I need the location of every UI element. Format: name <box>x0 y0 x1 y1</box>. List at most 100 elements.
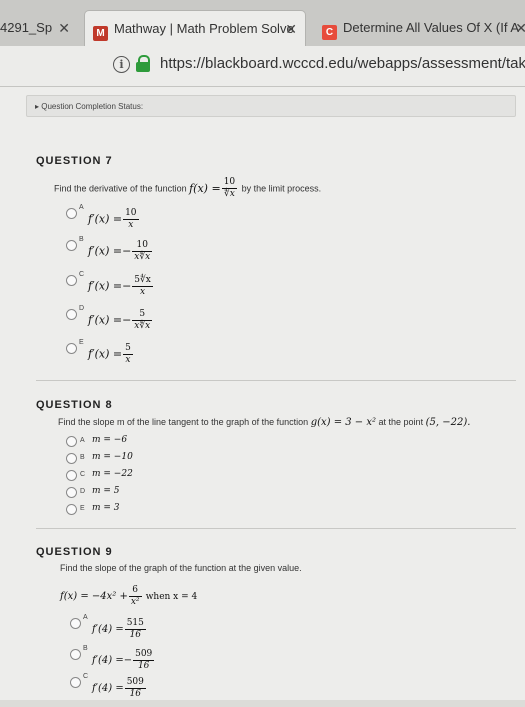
option-den: x∜x <box>134 321 151 331</box>
lock-icon[interactable] <box>136 55 150 73</box>
option-expression: m = −10 <box>92 452 133 462</box>
close-icon[interactable]: ✕ <box>58 10 70 46</box>
option-letter: D <box>80 488 86 495</box>
radio-button[interactable] <box>66 309 77 320</box>
question-9-function: f(x) = −4x² +6 x² when x = 4 <box>60 585 197 608</box>
radio-button[interactable] <box>66 436 77 447</box>
question-heading: QUESTION 9 <box>36 546 113 558</box>
option-letter: C <box>79 271 85 278</box>
question-completion-status[interactable]: ▸ Question Completion Status: <box>26 95 516 117</box>
option-num: 10 <box>123 208 139 220</box>
option-num: 5∜x <box>132 275 153 287</box>
info-icon[interactable]: i <box>113 56 130 73</box>
option-letter: E <box>80 505 85 512</box>
question-9-heading: QUESTION 9 <box>36 542 113 560</box>
option-lhs: f′(x) = <box>88 347 123 361</box>
chegg-favicon-icon: C <box>322 25 337 40</box>
radio-button[interactable] <box>66 453 77 464</box>
question-heading: QUESTION 8 <box>36 399 113 411</box>
option-den: x <box>128 220 134 230</box>
option-num: 5 <box>132 309 153 321</box>
mathway-favicon-icon: M <box>93 26 108 41</box>
radio-button[interactable] <box>66 240 77 251</box>
option-den: x∜x <box>134 252 151 262</box>
func-den: x² <box>130 597 140 607</box>
browser-tab-bar: 4291_Sp ✕ M Mathway | Math Problem Solve … <box>0 0 525 47</box>
option-lhs: f′(x) = <box>88 244 123 258</box>
option-sign: − <box>122 279 132 293</box>
close-icon[interactable]: ✕ <box>515 10 525 46</box>
radio-button[interactable] <box>66 504 77 515</box>
option-letter: C <box>80 471 86 478</box>
option-lhs: f′(x) = <box>88 212 123 226</box>
radio-button[interactable] <box>70 618 81 629</box>
radio-button[interactable] <box>66 275 77 286</box>
option-lhs: f′(x) = <box>88 279 123 293</box>
option-expression: m = −22 <box>92 469 133 479</box>
option-den: x <box>125 355 131 365</box>
option-expression: m = 3 <box>92 503 120 513</box>
question-heading: QUESTION 7 <box>36 155 113 167</box>
option-expression: f′(x) = 10 x <box>88 208 140 231</box>
address-bar[interactable]: i https://blackboard.wcccd.edu/webapps/a… <box>0 46 525 87</box>
func-den: ∜x <box>224 189 235 199</box>
option-num: 509 <box>124 677 146 689</box>
option-lhs: f′(4) = <box>92 683 124 694</box>
radio-button[interactable] <box>66 343 77 354</box>
option-letter: C <box>83 673 89 680</box>
tab-chegg[interactable]: C Determine All Values Of X (If A ✕ <box>314 10 525 46</box>
option-den: x <box>140 287 146 297</box>
option-den: 16 <box>137 661 150 671</box>
option-num: 5 <box>123 343 133 355</box>
url-text[interactable]: https://blackboard.wcccd.edu/webapps/ass… <box>160 55 525 72</box>
q9-when: when x = 4 <box>145 592 198 602</box>
option-letter: E <box>79 339 84 346</box>
option-expression: m = −6 <box>92 435 128 445</box>
option-expression: f′(4) =− 509 16 <box>92 649 155 672</box>
question-8-heading: QUESTION 8 <box>36 395 113 413</box>
option-expression: f′(x) =− 5 x∜x <box>88 309 153 332</box>
option-expression: m = 5 <box>92 486 120 496</box>
tab-mathway[interactable]: M Mathway | Math Problem Solve ✕ <box>84 10 306 46</box>
q8-point: (5, −22). <box>425 417 471 428</box>
divider <box>36 380 516 381</box>
option-expression: f′(x) = 5 x <box>88 343 134 366</box>
radio-button[interactable] <box>66 208 77 219</box>
question-7-prompt: Find the derivative of the function f(x)… <box>54 177 321 200</box>
option-den: 16 <box>129 689 142 699</box>
option-letter: A <box>79 204 84 211</box>
option-sign: − <box>122 244 132 258</box>
question-9-prompt: Find the slope of the graph of the funct… <box>60 563 302 573</box>
option-expression: f′(4) = 515 16 <box>92 618 147 641</box>
option-expression: f′(4) = 509 16 <box>92 677 147 700</box>
option-lhs: f′(x) = <box>88 313 123 327</box>
close-icon[interactable]: ✕ <box>285 11 297 46</box>
tab-label: 4291_Sp <box>0 20 53 35</box>
option-lhs: f′(4) = <box>92 655 124 666</box>
option-expression: f′(x) =− 5∜x x <box>88 275 154 298</box>
func-lhs: f(x) = <box>189 181 221 195</box>
option-lhs: f′(4) = <box>92 624 124 635</box>
prompt-text: at the point <box>378 417 424 427</box>
radio-button[interactable] <box>66 470 77 481</box>
option-sign: − <box>123 655 133 666</box>
prompt-text: Find the slope m of the line tangent to … <box>58 417 309 427</box>
radio-button[interactable] <box>70 649 81 660</box>
option-num: 509 <box>133 649 155 661</box>
question-7-heading: QUESTION 7 <box>36 151 113 169</box>
option-letter: A <box>83 614 88 621</box>
option-letter: A <box>80 437 85 444</box>
prompt-text: by the limit process. <box>241 183 322 194</box>
func-num: 6 <box>128 585 142 597</box>
assessment-page: ▸ Question Completion Status: QUESTION 7… <box>0 87 525 700</box>
tab-label: Mathway | Math Problem Solve <box>114 21 294 36</box>
func-num: 10 <box>221 177 238 189</box>
divider <box>36 528 516 529</box>
question-8-prompt: Find the slope m of the line tangent to … <box>58 417 470 428</box>
option-expression: f′(x) =− 10 x∜x <box>88 240 153 263</box>
option-den: 16 <box>129 630 142 640</box>
option-letter: B <box>83 645 88 652</box>
tab-4291[interactable]: 4291_Sp ✕ <box>0 10 80 46</box>
radio-button[interactable] <box>66 487 77 498</box>
radio-button[interactable] <box>70 677 81 688</box>
